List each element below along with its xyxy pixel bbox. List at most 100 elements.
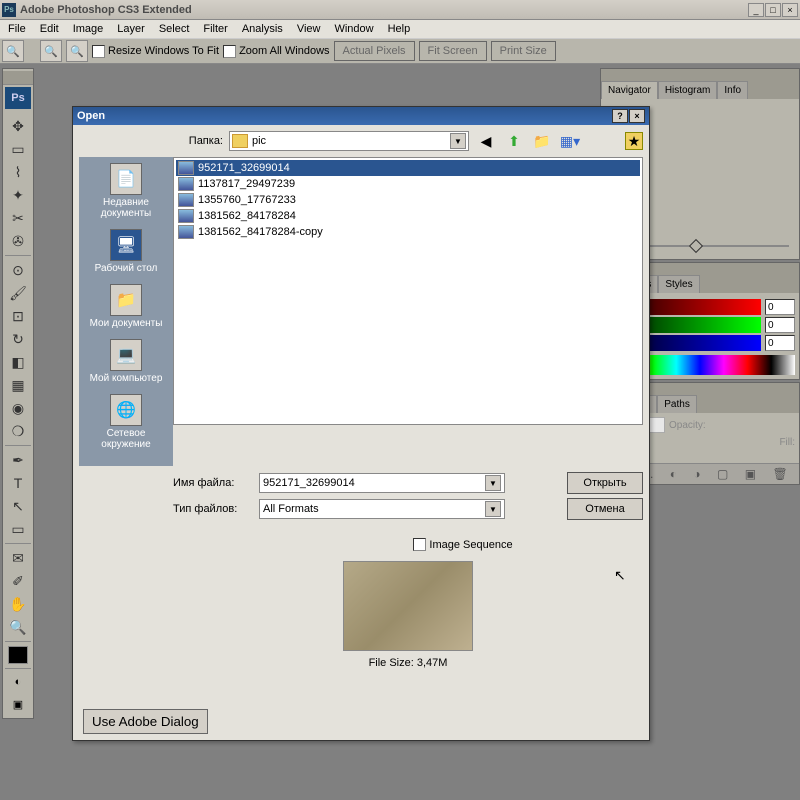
file-item[interactable]: 1137817_29497239: [176, 176, 640, 192]
image-file-icon: [178, 193, 194, 207]
tab-styles[interactable]: Styles: [658, 275, 699, 293]
cancel-button[interactable]: Отмена: [567, 498, 643, 520]
print-size-button[interactable]: Print Size: [491, 41, 556, 61]
menu-analysis[interactable]: Analysis: [236, 21, 289, 37]
ps-badge-icon: Ps: [5, 87, 31, 109]
notes-tool[interactable]: ✉: [6, 547, 30, 569]
zoom-in-icon[interactable]: 🔍: [40, 40, 62, 62]
tab-paths[interactable]: Paths: [657, 395, 697, 413]
blur-tool[interactable]: ◉: [6, 397, 30, 419]
resize-checkbox[interactable]: [92, 45, 105, 58]
zoom-tool[interactable]: 🔍: [6, 616, 30, 638]
dialog-close-button[interactable]: ×: [629, 109, 645, 123]
file-item[interactable]: 1381562_84178284-copy: [176, 224, 640, 240]
mask-icon[interactable]: ◐: [670, 467, 677, 481]
chevron-down-icon[interactable]: ▼: [485, 475, 501, 491]
menu-filter[interactable]: Filter: [197, 21, 233, 37]
filename-label: Имя файла:: [173, 477, 253, 489]
menu-edit[interactable]: Edit: [34, 21, 65, 37]
dialog-help-button[interactable]: ?: [612, 109, 628, 123]
file-item[interactable]: 1355760_17767233: [176, 192, 640, 208]
b-value[interactable]: [765, 335, 795, 351]
chevron-down-icon[interactable]: ▼: [485, 501, 501, 517]
folder-select[interactable]: pic ▼: [229, 131, 469, 151]
current-tool-icon[interactable]: 🔍: [2, 40, 24, 62]
new-layer-icon[interactable]: ▣: [745, 467, 756, 481]
gradient-tool[interactable]: ▦: [6, 374, 30, 396]
dodge-tool[interactable]: ❍: [6, 420, 30, 442]
use-adobe-dialog-button[interactable]: Use Adobe Dialog: [83, 709, 208, 734]
eyedropper-tool[interactable]: ✐: [6, 570, 30, 592]
newfolder-button[interactable]: 📁: [531, 131, 553, 151]
zoomall-checkbox[interactable]: [223, 45, 236, 58]
up-button[interactable]: ⬆: [503, 131, 525, 151]
zoomall-label: Zoom All Windows: [239, 45, 329, 57]
menu-select[interactable]: Select: [153, 21, 196, 37]
maximize-button[interactable]: □: [765, 3, 781, 17]
stamp-tool[interactable]: ⊡: [6, 305, 30, 327]
history-brush-tool[interactable]: ↻: [6, 328, 30, 350]
place-recent[interactable]: 📄Недавние документы: [81, 163, 171, 219]
place-computer[interactable]: 💻Мой компьютер: [81, 339, 171, 384]
fit-screen-button[interactable]: Fit Screen: [419, 41, 487, 61]
hand-tool[interactable]: ✋: [6, 593, 30, 615]
wand-tool[interactable]: ✦: [6, 184, 30, 206]
trash-icon[interactable]: 🗑: [773, 467, 788, 481]
dialog-titlebar[interactable]: Open ? ×: [73, 107, 649, 125]
quickmask-toggle[interactable]: ◐: [6, 672, 30, 692]
image-sequence-checkbox[interactable]: [413, 538, 426, 551]
menu-window[interactable]: Window: [328, 21, 379, 37]
views-button[interactable]: ▦▾: [559, 131, 581, 151]
filetype-select[interactable]: All Formats▼: [259, 499, 505, 519]
shape-tool[interactable]: ▭: [6, 518, 30, 540]
zoom-out-icon[interactable]: 🔍: [66, 40, 88, 62]
file-list[interactable]: 952171_32699014 1137817_29497239 1355760…: [173, 157, 643, 425]
pen-tool[interactable]: ✒: [6, 449, 30, 471]
opacity-label: Opacity:: [669, 420, 706, 431]
favorite-button[interactable]: ★: [625, 132, 643, 150]
folder-icon[interactable]: ▢: [717, 467, 728, 481]
path-tool[interactable]: ↖: [6, 495, 30, 517]
tab-navigator[interactable]: Navigator: [601, 81, 658, 99]
r-value[interactable]: [765, 299, 795, 315]
toolbox-grip[interactable]: [3, 71, 33, 85]
adjustment-icon[interactable]: ◑: [693, 467, 700, 481]
image-file-icon: [178, 161, 194, 175]
dialog-title: Open: [77, 110, 611, 122]
close-button[interactable]: ×: [782, 3, 798, 17]
menubar: File Edit Image Layer Select Filter Anal…: [0, 20, 800, 38]
tab-histogram[interactable]: Histogram: [658, 81, 718, 99]
filename-input[interactable]: 952171_32699014▼: [259, 473, 505, 493]
brush-tool[interactable]: 🖌: [6, 282, 30, 304]
place-desktop[interactable]: 🖥Рабочий стол: [81, 229, 171, 274]
menu-layer[interactable]: Layer: [111, 21, 151, 37]
foreground-color[interactable]: [8, 646, 28, 664]
back-button[interactable]: ◀: [475, 131, 497, 151]
menu-image[interactable]: Image: [67, 21, 110, 37]
menu-file[interactable]: File: [2, 21, 32, 37]
heal-tool[interactable]: ⊙: [6, 259, 30, 281]
crop-tool[interactable]: ✂: [6, 207, 30, 229]
screenmode-toggle[interactable]: ▣: [6, 694, 30, 714]
file-item[interactable]: 1381562_84178284: [176, 208, 640, 224]
g-value[interactable]: [765, 317, 795, 333]
place-documents[interactable]: 📁Мои документы: [81, 284, 171, 329]
type-tool[interactable]: T: [6, 472, 30, 494]
minimize-button[interactable]: _: [748, 3, 764, 17]
folder-name: pic: [252, 135, 266, 147]
slice-tool[interactable]: ✇: [6, 230, 30, 252]
file-item[interactable]: 952171_32699014: [176, 160, 640, 176]
place-network[interactable]: 🌐Сетевое окружение: [81, 394, 171, 450]
marquee-tool[interactable]: ▭: [6, 138, 30, 160]
chevron-down-icon[interactable]: ▼: [450, 133, 466, 149]
app-icon: Ps: [2, 3, 16, 17]
menu-help[interactable]: Help: [382, 21, 417, 37]
places-bar: 📄Недавние документы 🖥Рабочий стол 📁Мои д…: [79, 157, 173, 466]
menu-view[interactable]: View: [291, 21, 327, 37]
move-tool[interactable]: ✥: [6, 115, 30, 137]
tab-info[interactable]: Info: [717, 81, 748, 99]
actual-pixels-button[interactable]: Actual Pixels: [334, 41, 415, 61]
lasso-tool[interactable]: ⌇: [6, 161, 30, 183]
eraser-tool[interactable]: ◧: [6, 351, 30, 373]
open-button[interactable]: Открыть: [567, 472, 643, 494]
